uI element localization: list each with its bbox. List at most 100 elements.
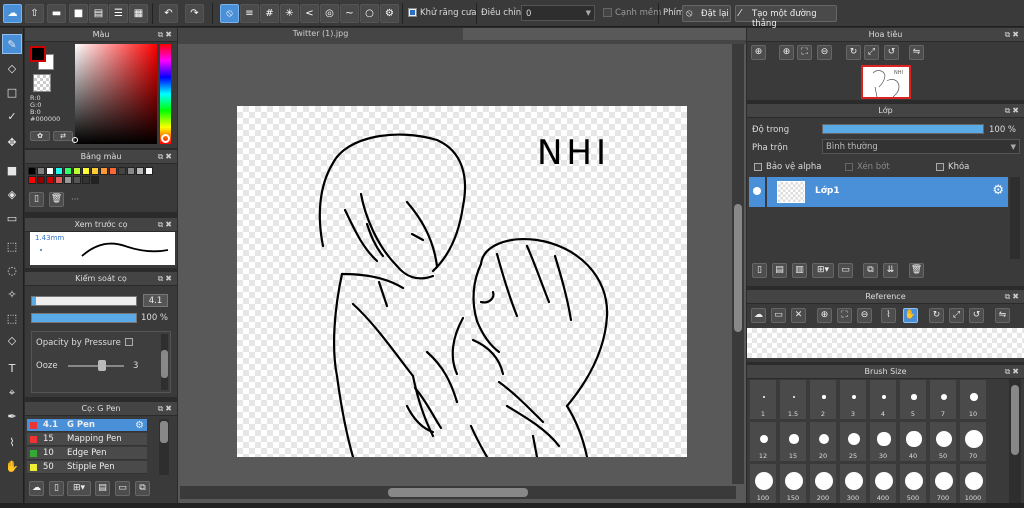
snap-ellipse-icon[interactable]: ○ xyxy=(360,4,379,23)
protect-alpha-checkbox[interactable] xyxy=(754,163,762,171)
panel-controls[interactable]: ⧉✖ xyxy=(158,28,174,41)
palette-swatch[interactable] xyxy=(109,167,117,175)
palette-swatch[interactable] xyxy=(145,167,153,175)
layer-scrollbar[interactable] xyxy=(1010,177,1020,259)
panel-controls[interactable]: ⧉✖ xyxy=(158,218,174,231)
delete-swatch-icon[interactable]: 🗑 xyxy=(49,192,64,207)
brush-size-cell[interactable]: 2 xyxy=(809,379,837,420)
list-icon[interactable]: ☰ xyxy=(109,4,128,23)
hue-slider[interactable] xyxy=(160,44,171,144)
brush-size-scrollbar[interactable] xyxy=(1009,379,1021,505)
snap-radial-icon[interactable]: ✳ xyxy=(280,4,299,23)
brush-item-mapping-pen[interactable]: 15 Mapping Pen xyxy=(27,433,147,446)
navigator-thumbnail[interactable]: NHI xyxy=(861,65,911,99)
eraser-tool-icon[interactable]: ◇ xyxy=(2,58,22,78)
flip-icon[interactable]: ⇋ xyxy=(995,308,1010,323)
brush-size-cell[interactable]: 150 xyxy=(779,463,807,504)
smooth-checkbox[interactable] xyxy=(603,8,612,17)
brush-size-cell[interactable]: 1000 xyxy=(959,463,987,504)
palette-swatch[interactable] xyxy=(37,167,45,175)
brush-size-slider[interactable] xyxy=(31,296,137,306)
select-pen-tool-icon[interactable]: ⬚ xyxy=(2,308,22,328)
brush-duplicate-icon[interactable]: ⧉ xyxy=(135,481,150,496)
document-icon[interactable]: ▤ xyxy=(89,4,108,23)
brush-add-icon[interactable]: ⊞▾ xyxy=(67,481,91,496)
fit-icon[interactable]: ⛶ xyxy=(837,308,852,323)
palette-swatch[interactable] xyxy=(37,176,45,184)
gear-icon[interactable]: ⚙ xyxy=(992,183,1004,198)
brush-size-cell[interactable]: 100 xyxy=(749,463,777,504)
brush-size-cell[interactable]: 12 xyxy=(749,421,777,462)
panel-controls[interactable]: ⧉✖ xyxy=(158,150,174,163)
brush-size-cell[interactable]: 700 xyxy=(929,463,957,504)
panel-controls[interactable]: ⧉✖ xyxy=(1005,104,1021,117)
brush-size-cell[interactable]: 25 xyxy=(839,421,867,462)
palette-swatch[interactable] xyxy=(46,167,54,175)
brush-size-cell[interactable]: 400 xyxy=(869,463,897,504)
palette-swatch[interactable] xyxy=(73,176,81,184)
brush-size-cell[interactable]: 300 xyxy=(839,463,867,504)
select-eraser-tool-icon[interactable]: ◇ xyxy=(2,330,22,350)
palette-ellipsis[interactable]: ··· xyxy=(71,195,79,205)
text-tool-icon[interactable]: T xyxy=(2,358,22,378)
clipping-checkbox[interactable] xyxy=(845,163,853,171)
brush-size-cell[interactable]: 200 xyxy=(809,463,837,504)
brush-item-stipple-pen[interactable]: 50 Stipple Pen xyxy=(27,461,147,474)
reference-cloud-icon[interactable]: ☁ xyxy=(751,308,766,323)
color-picker-icon[interactable]: ✿ xyxy=(30,131,50,141)
zoom-in-small-icon[interactable]: ⊕ xyxy=(779,45,794,60)
pen-tool-icon[interactable]: ✒ xyxy=(2,406,22,426)
reference-open-icon[interactable]: ▭ xyxy=(771,308,786,323)
undo-icon[interactable]: ↶ xyxy=(159,4,178,23)
palette-swatch[interactable] xyxy=(82,167,90,175)
palette-swatch[interactable] xyxy=(55,167,63,175)
zoom-out-icon[interactable]: ⊖ xyxy=(857,308,872,323)
antialias-checkbox[interactable] xyxy=(408,8,417,17)
comment-icon[interactable]: ▬ xyxy=(47,4,66,23)
brush-size-cell[interactable]: 1.5 xyxy=(779,379,807,420)
save-icon[interactable]: ■ xyxy=(69,4,88,23)
grid-icon[interactable]: ▦ xyxy=(129,4,148,23)
eye-icon[interactable] xyxy=(753,187,761,195)
pressure-checkbox[interactable] xyxy=(125,338,133,346)
adjust-dropdown[interactable]: 0 ▼ xyxy=(521,5,595,21)
palette-swatch[interactable] xyxy=(46,176,54,184)
rotate-right-icon[interactable]: ↻ xyxy=(929,308,944,323)
palette-swatch[interactable] xyxy=(127,167,135,175)
fit-icon[interactable]: ⛶ xyxy=(797,45,812,60)
brush-size-cell[interactable]: 10 xyxy=(959,379,987,420)
brush-size-cell[interactable]: 5 xyxy=(899,379,927,420)
bucket-tool-icon[interactable]: ◈ xyxy=(2,184,22,204)
color-swap-icon[interactable]: ⇄ xyxy=(53,131,73,141)
fill-rect-tool-icon[interactable]: ■ xyxy=(2,160,22,180)
zoom-in-icon[interactable]: ⊕ xyxy=(817,308,832,323)
blend-dropdown[interactable]: Bình thường ▼ xyxy=(822,139,1020,154)
brush-size-cell[interactable]: 7 xyxy=(929,379,957,420)
snap-settings-icon[interactable]: ⚙ xyxy=(380,4,399,23)
divide-tool-icon[interactable]: ⌖ xyxy=(2,382,22,402)
zoom-out-icon[interactable]: ⊖ xyxy=(817,45,832,60)
delete-layer-icon[interactable]: 🗑 xyxy=(909,263,924,278)
ooze-handle[interactable] xyxy=(98,360,106,371)
palette-swatch[interactable] xyxy=(118,167,126,175)
saturation-value-picker[interactable] xyxy=(75,44,157,144)
rect-tool-icon[interactable]: □ xyxy=(2,82,22,102)
panel-controls[interactable]: ⧉✖ xyxy=(158,272,174,285)
brush-folder-icon[interactable]: ▭ xyxy=(115,481,130,496)
share-icon[interactable]: ⇧ xyxy=(25,4,44,23)
magic-wand-tool-icon[interactable]: ✧ xyxy=(2,284,22,304)
duplicate-layer-icon[interactable]: ⧉ xyxy=(863,263,878,278)
brush-size-cell[interactable]: 15 xyxy=(779,421,807,462)
gradient-tool-icon[interactable]: ▭ xyxy=(2,208,22,228)
reset-view-icon[interactable]: ⤢ xyxy=(949,308,964,323)
redo-icon[interactable]: ↷ xyxy=(185,4,204,23)
brush-size-cell[interactable]: 30 xyxy=(869,421,897,462)
palette-swatch[interactable] xyxy=(64,176,72,184)
reset-button[interactable]: ⦸ Đặt lại xyxy=(682,5,731,22)
create-line-button[interactable]: ⁄ Tạo một đường thẳng xyxy=(735,5,837,29)
copy-layer-icon[interactable]: ▥ xyxy=(792,263,807,278)
palette-swatch[interactable] xyxy=(64,167,72,175)
document-tab[interactable]: Twitter (1).jpg xyxy=(178,28,463,40)
close-icon[interactable]: ✕ xyxy=(791,308,806,323)
add-layer-dropdown-icon[interactable]: ⊞▾ xyxy=(812,263,834,278)
